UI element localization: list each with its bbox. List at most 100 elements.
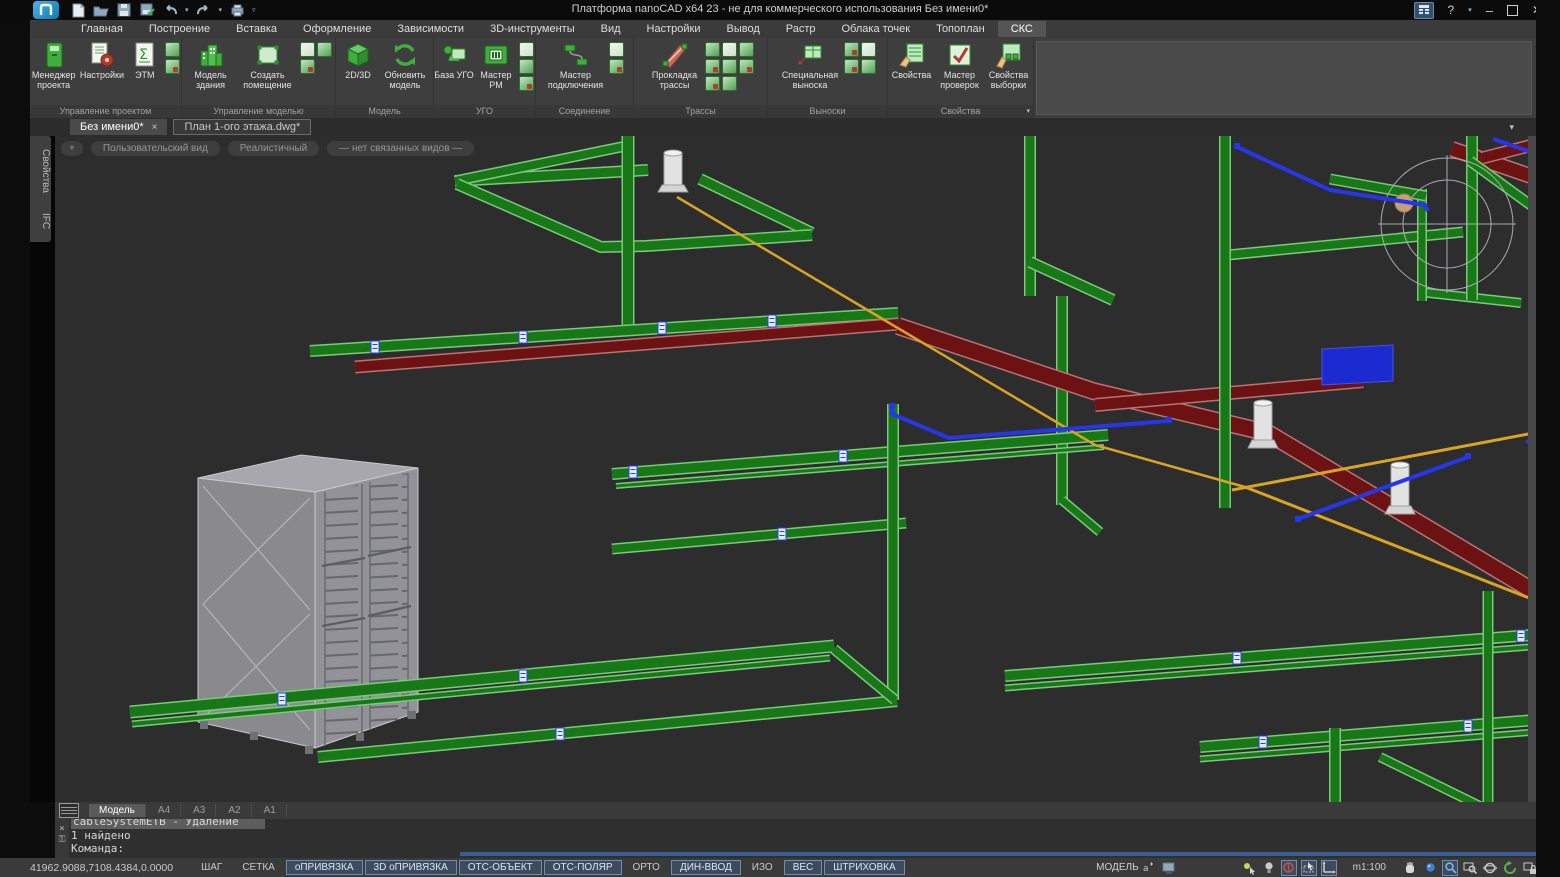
toggle-dynamic-input[interactable]: ДИН-ВВОД [670,860,741,875]
ucs-icon[interactable] [1320,859,1337,876]
route-edit-icon[interactable] [721,42,737,57]
check-master-button[interactable]: Мастер проверок [936,40,984,91]
selection-cycling-icon[interactable] [1280,859,1297,876]
lightbulb-icon[interactable] [1261,860,1277,876]
route-turn-icon[interactable] [721,59,737,74]
ribbon-group-title[interactable]: Трассы [634,105,767,118]
view-selector-button[interactable]: Пользовательский вид [90,141,220,156]
redo-dropdown-icon[interactable]: ▾ [219,6,223,14]
ribbon-group-title[interactable]: Управление моделью [182,105,335,118]
annotation-scale-icon[interactable]: a [1141,860,1157,876]
tray-marker[interactable] [1516,629,1526,643]
route-node-icon[interactable] [704,42,720,57]
tab-topoplan[interactable]: Топоплан [923,21,998,37]
tray-marker[interactable] [838,449,848,463]
tab-postroenie[interactable]: Построение [136,21,223,37]
command-input-highlight[interactable] [460,852,1536,856]
tray-marker[interactable] [1258,735,1268,749]
tray-marker[interactable] [1232,651,1242,665]
viewport-plus-button[interactable]: + [61,141,83,156]
viewport-scrollbar[interactable] [1528,136,1536,802]
maximize-button[interactable] [1506,4,1518,16]
zoom-search-icon[interactable] [1442,859,1458,876]
tab-oformlenie[interactable]: Оформление [290,21,384,37]
route-hatch-icon[interactable] [738,42,754,57]
ribbon-group-title[interactable]: Модель [336,105,433,118]
cable-tray-frame-group[interactable] [453,136,815,333]
tab-sks[interactable]: СКС [997,21,1046,37]
mini-building-icon[interactable] [316,42,332,57]
layout-tab-a4[interactable]: А4 [148,804,182,817]
route-cross-icon[interactable] [704,59,720,74]
ribbon-group-title[interactable]: Управление проектом [30,105,181,118]
tab-oblaka-tochek[interactable]: Облака точек [829,21,924,37]
tray-marker[interactable] [767,314,777,328]
space-mode-label[interactable]: МОДЕЛЬ [1096,862,1138,873]
regen-icon[interactable] [1502,860,1518,876]
calculator-icon[interactable] [1413,1,1434,19]
equipment-box[interactable] [1321,344,1394,386]
connection-scheme-icon[interactable] [608,59,624,74]
special-callout-button[interactable]: Специальная выноска [778,40,842,91]
callout-frame-icon[interactable] [861,42,876,57]
building-model-button[interactable]: Модель здания [185,40,237,91]
room-corner-icon[interactable] [299,42,315,57]
layout-tab-a2[interactable]: А2 [218,804,252,817]
database-icon[interactable] [165,42,181,57]
database-export-icon[interactable] [165,59,181,74]
close-commandline-icon[interactable]: × [59,825,64,834]
selection-properties-button[interactable]: Свойства выборки [985,40,1033,91]
zoom-window-icon[interactable] [1462,860,1478,876]
tray-marker[interactable] [657,321,667,335]
callout-list-icon[interactable] [861,59,876,74]
qat-customize-icon[interactable]: ▿ [252,6,256,14]
tab-vyvod[interactable]: Вывод [713,21,772,37]
create-room-button[interactable]: Создать помещение [238,40,298,91]
visual-style-button[interactable]: Реалистичный [227,141,320,156]
master-rm-button[interactable]: Мастер РМ [475,40,517,91]
command-line-panel[interactable]: × ⚿ cableSystemETB - Удаление 1 найдено … [55,819,1536,858]
route-lay-button[interactable]: Прокладка трассы [647,40,703,91]
group-expand-icon[interactable]: ▾ [1026,105,1030,118]
ifc-panel-tab[interactable]: IFC [30,200,51,242]
ugo-base-button[interactable]: База УГО [434,40,474,81]
save-all-icon[interactable] [139,2,155,18]
save-icon[interactable] [116,2,132,18]
tab-3d-instrumenty[interactable]: 3D-инструменты [477,21,588,37]
toggle-otrack-polar[interactable]: ОТС-ПОЛЯР [543,860,622,875]
toggle-hatch[interactable]: ШТРИХОВКА [824,860,905,875]
tray-marker[interactable] [518,669,528,683]
help-button[interactable]: ? [1448,3,1455,17]
help-dropdown-icon[interactable]: ▾ [1468,6,1472,14]
tray-marker[interactable] [1463,719,1473,733]
route-level-icon[interactable] [721,76,737,91]
undo-dropdown-icon[interactable]: ▾ [185,6,189,14]
layout-tab-a3[interactable]: А3 [183,804,217,817]
toggle-osnap[interactable]: оПРИВЯЗКА [285,860,363,875]
ribbon-group-title[interactable]: Соединение [536,105,633,118]
model-viewport[interactable]: + Пользовательский вид Реалистичный — не… [55,136,1528,802]
tray-marker[interactable] [370,340,380,354]
properties-panel-tab[interactable]: Свойства [30,136,51,206]
connection-table-icon[interactable] [608,42,624,57]
ribbon-group-title[interactable]: Выноски [768,105,887,118]
doc-tab-plan[interactable]: План 1-ого этажа.dwg* [173,119,312,135]
grid-points-icon[interactable] [519,42,534,57]
commandline-options-icon[interactable]: ⚿ [59,836,66,845]
etm-button[interactable]: Σ ЭТМ [127,40,163,81]
callout-axis-icon[interactable] [844,59,859,74]
redo-icon[interactable] [196,2,212,18]
2d3d-button[interactable]: 2D/3D [338,40,378,81]
sheet-list-icon[interactable] [59,803,79,818]
tray-marker[interactable] [518,330,528,344]
pipe-blue-group[interactable] [889,137,1528,522]
tab-vstavka[interactable]: Вставка [223,21,290,37]
linked-views-button[interactable]: — нет связанных видов — [327,141,475,156]
ribbon-group-title[interactable]: УГО [434,105,535,118]
doc-tab-active[interactable]: Без имени0* × [70,119,168,135]
toggle-ortho[interactable]: ОРТО [624,860,669,875]
project-manager-button[interactable]: Менеджер проекта [30,40,77,91]
tab-nastroyki[interactable]: Настройки [634,21,714,37]
cable-tray-upper-right-group[interactable] [1219,136,1528,508]
3d-scene[interactable] [55,136,1528,802]
